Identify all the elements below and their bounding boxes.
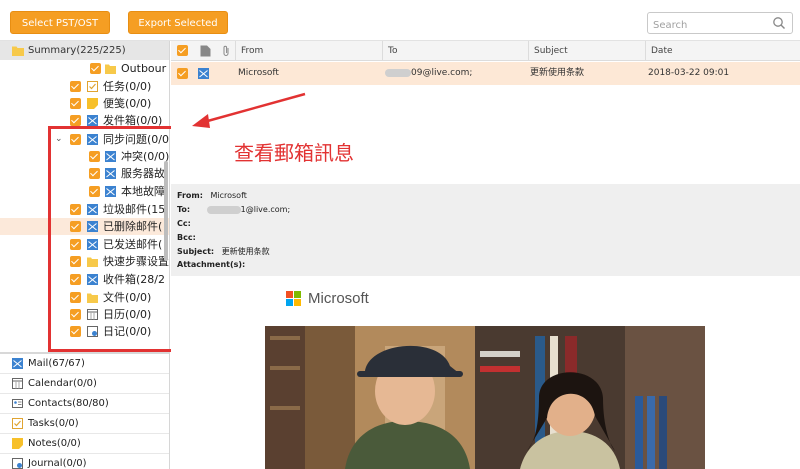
checkbox[interactable]: [90, 63, 101, 74]
column-to[interactable]: To: [382, 41, 528, 61]
mail-icon: [12, 358, 23, 369]
nav-label: Journal(0/0): [28, 458, 87, 469]
search-icon[interactable]: [772, 16, 786, 30]
header-cc: Cc:: [177, 219, 191, 228]
toolbar: Select PST/OST Export Selected: [0, 0, 800, 41]
header-from-label: From:: [177, 191, 203, 200]
column-date[interactable]: Date: [645, 41, 800, 61]
tree-item-outbox[interactable]: Outbour: [0, 60, 169, 77]
header-to-label: To:: [177, 205, 191, 214]
document-icon: [200, 45, 211, 57]
row-checkbox[interactable]: [177, 68, 188, 79]
redacted-blur: [385, 68, 411, 77]
header-from-value: Microsoft: [210, 191, 247, 200]
checkbox[interactable]: [70, 98, 81, 109]
row-to-text: 09@live.com;: [411, 68, 473, 78]
search-box[interactable]: [647, 12, 793, 36]
row-subject: 更新使用条款: [530, 68, 585, 78]
nav-label: Notes(0/0): [28, 438, 81, 449]
tree-item-label: 便笺(0/0): [103, 97, 152, 110]
nav-tasks[interactable]: Tasks(0/0): [0, 414, 169, 434]
column-subject[interactable]: Subject: [528, 41, 645, 61]
select-all-checkbox[interactable]: [177, 45, 188, 56]
mail-icon: [87, 115, 98, 126]
annotation-text: 查看郵箱訊息: [234, 141, 354, 165]
tree-item-notes[interactable]: 便笺(0/0): [0, 95, 169, 112]
summary-label: Summary(225/225): [28, 45, 126, 56]
tree-item-label: 任务(0/0): [103, 80, 152, 93]
nav-label: Calendar(0/0): [28, 378, 97, 389]
column-from[interactable]: From: [235, 41, 382, 61]
nav-label: Tasks(0/0): [28, 418, 79, 429]
search-input[interactable]: [653, 15, 771, 36]
summary-row[interactable]: Summary(225/225): [0, 41, 169, 60]
row-date: 2018-03-22 09:01: [648, 68, 730, 78]
header-from: From: Microsoft: [177, 191, 247, 200]
nav-calendar[interactable]: Calendar(0/0): [0, 374, 169, 394]
row-from: Microsoft: [238, 68, 279, 78]
header-bcc: Bcc:: [177, 233, 196, 242]
nav-notes[interactable]: Notes(0/0): [0, 434, 169, 454]
header-cc-label: Cc:: [177, 219, 191, 228]
module-nav: Mail(67/67) Calendar(0/0) Contacts(80/80…: [0, 352, 169, 469]
folder-icon: [105, 64, 116, 74]
header-subject: Subject: 更新使用条款: [177, 246, 270, 257]
nav-label: Contacts(80/80): [28, 398, 109, 409]
header-to: To: 1@live.com;: [177, 205, 290, 214]
task-icon: [12, 418, 23, 429]
task-icon: [87, 81, 98, 92]
tree-item-label: Outbour: [121, 62, 167, 75]
nav-journal[interactable]: Journal(0/0): [0, 454, 169, 469]
microsoft-logo-icon: [286, 291, 302, 307]
header-attachments-label: Attachment(s):: [177, 260, 246, 269]
header-bcc-label: Bcc:: [177, 233, 196, 242]
nav-contacts[interactable]: Contacts(80/80): [0, 394, 169, 414]
attachment-icon: [223, 45, 229, 56]
nav-mail[interactable]: Mail(67/67): [0, 354, 169, 374]
journal-icon: [12, 458, 23, 469]
message-list-header: From To Subject Date: [171, 41, 800, 61]
calendar-icon: [12, 378, 23, 389]
mail-icon: [198, 68, 209, 79]
microsoft-brand-text: Microsoft: [308, 290, 369, 307]
contacts-icon: [12, 399, 23, 408]
redacted-blur: [206, 205, 241, 214]
row-to: 09@live.com;: [385, 62, 472, 85]
nav-label: Mail(67/67): [28, 358, 85, 369]
message-header-panel: From: Microsoft To: 1@live.com; Cc: Bcc:…: [171, 184, 800, 276]
note-icon: [12, 438, 23, 449]
message-list-empty-area: [171, 86, 800, 184]
header-attachments: Attachment(s):: [177, 260, 245, 269]
email-hero-image: [265, 326, 705, 469]
export-selected-button[interactable]: Export Selected: [128, 11, 228, 34]
header-to-value: 1@live.com;: [240, 205, 291, 214]
tree-item-tasks[interactable]: 任务(0/0): [0, 78, 169, 95]
header-subject-value: 更新使用条款: [221, 247, 270, 256]
checkbox[interactable]: [70, 115, 81, 126]
message-row[interactable]: Microsoft 09@live.com; 更新使用条款 2018-03-22…: [171, 62, 800, 85]
highlight-box: [48, 126, 176, 352]
checkbox[interactable]: [70, 81, 81, 92]
note-icon: [87, 98, 98, 109]
header-subject-label: Subject:: [177, 247, 215, 256]
folder-icon: [12, 46, 24, 56]
select-pst-ost-button[interactable]: Select PST/OST: [10, 11, 110, 34]
